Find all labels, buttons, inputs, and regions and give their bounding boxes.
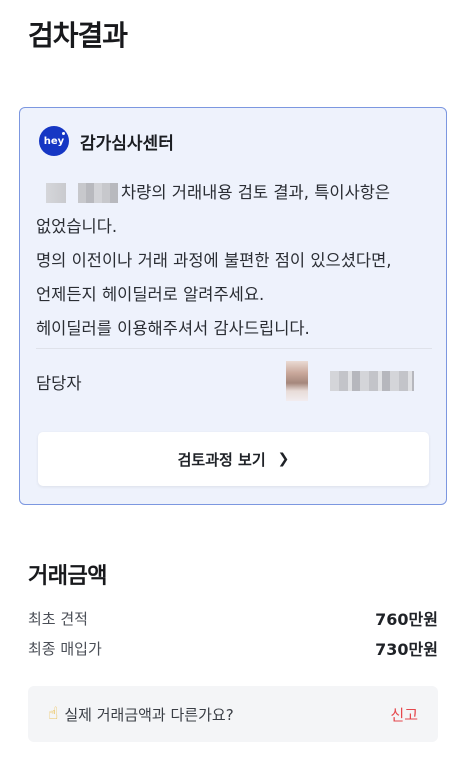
message-line: 명의 이전이나 거래 과정에 불편한 점이 있으셨다면,: [36, 251, 392, 270]
price-value: 730만원: [375, 640, 438, 659]
price-label: 최종 매입가: [28, 639, 102, 658]
report-question: 실제 거래금액과 다른가요?: [64, 705, 234, 724]
review-center-name: 감가심사센터: [80, 133, 174, 154]
price-report-box: ☝ 실제 거래금액과 다른가요? 신고: [28, 686, 438, 742]
divider: [36, 348, 432, 349]
manager-row: 담당자: [36, 361, 432, 403]
view-review-process-button[interactable]: 검토과정 보기 ❯: [38, 432, 429, 486]
chevron-right-icon: ❯: [277, 451, 290, 467]
message-line: 없었습니다.: [36, 217, 118, 236]
card-header: hey 감가심사센터: [39, 126, 174, 156]
initial-quote-row: 최초 견적 760만원: [28, 607, 438, 630]
price-label: 최초 견적: [28, 609, 88, 628]
message-line: 차량의 거래내용 검토 결과, 특이사항은: [36, 176, 436, 210]
redacted-plate-number: [46, 183, 66, 203]
report-link[interactable]: 신고: [390, 704, 418, 725]
heydealer-logo-icon: hey: [39, 126, 69, 156]
trade-amount-title: 거래금액: [28, 564, 107, 589]
manager-label: 담당자: [36, 374, 82, 393]
price-value: 760만원: [375, 610, 438, 629]
review-result-card: hey 감가심사센터 차량의 거래내용 검토 결과, 특이사항은 없었습니다. …: [19, 107, 447, 505]
final-purchase-price-row: 최종 매입가 730만원: [28, 637, 438, 660]
redacted-manager-name: [330, 371, 414, 391]
review-message: 차량의 거래내용 검토 결과, 특이사항은 없었습니다. 명의 이전이나 거래 …: [36, 176, 436, 346]
page-title: 검차결과: [28, 19, 128, 52]
manager-avatar: [286, 361, 308, 401]
pointing-hand-icon: ☝: [48, 704, 59, 724]
message-line: 언제든지 헤이딜러로 알려주세요.: [36, 285, 265, 304]
trade-review-result-page: 검차결과 hey 감가심사센터 차량의 거래내용 검토 결과, 특이사항은 없었…: [0, 0, 466, 764]
redacted-car-model: [78, 183, 118, 203]
message-line: 헤이딜러를 이용해주셔서 감사드립니다.: [36, 319, 310, 338]
